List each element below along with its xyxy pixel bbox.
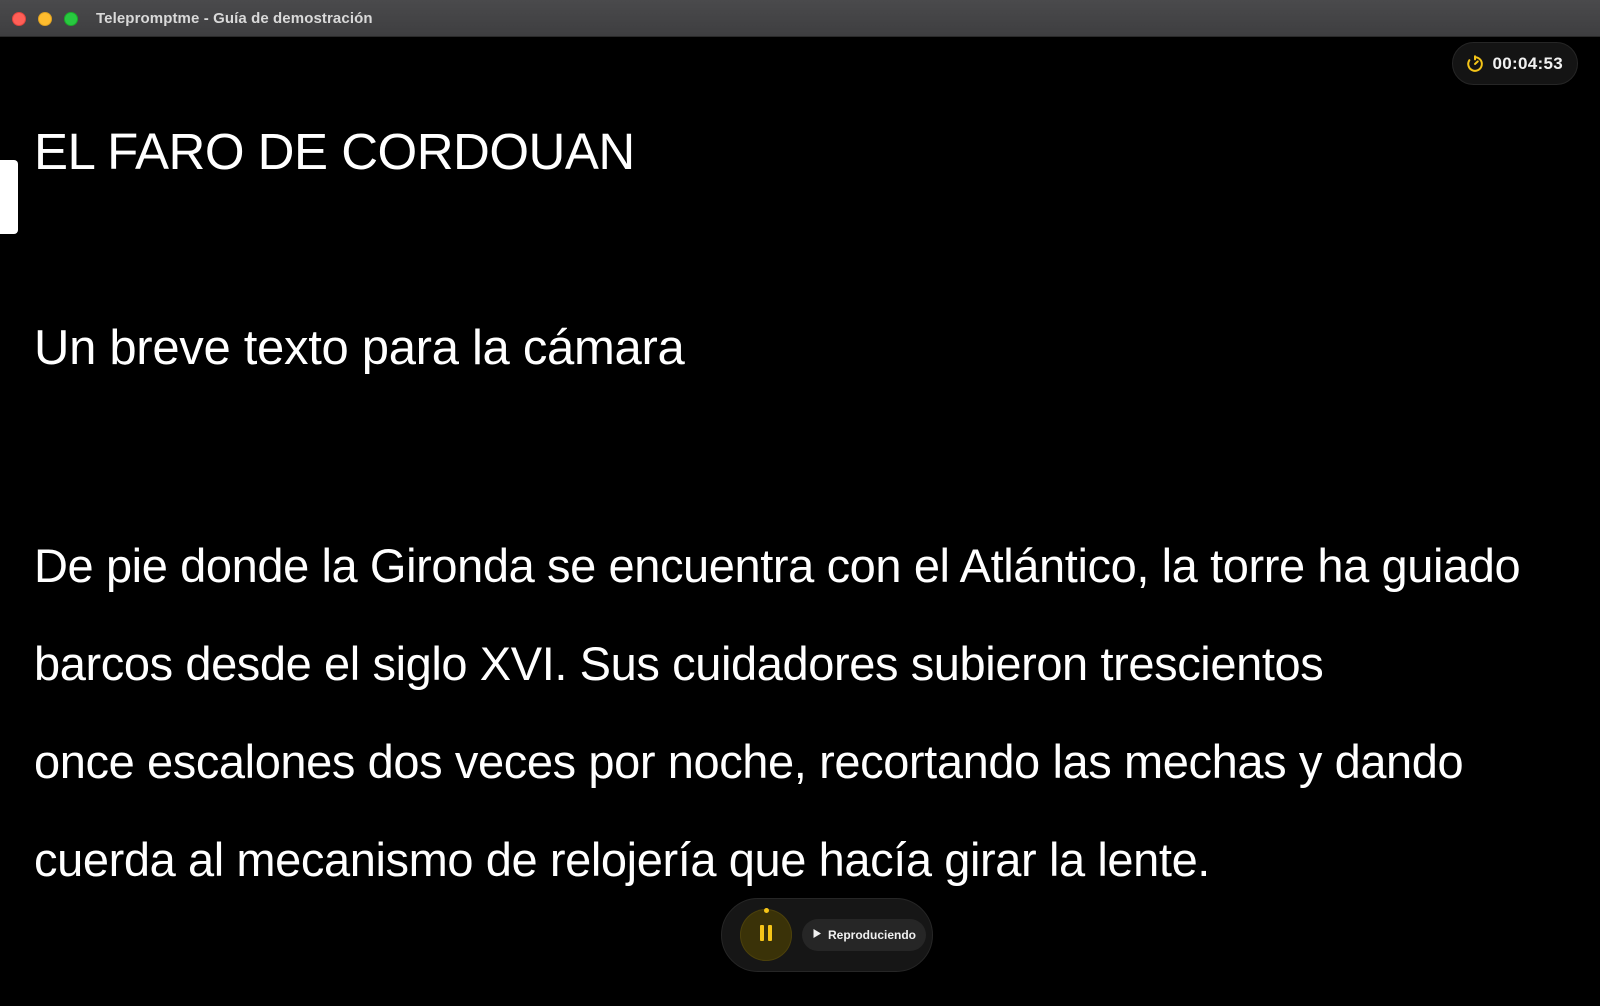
play-icon xyxy=(812,926,822,944)
timer-value: 00:04:53 xyxy=(1492,53,1563,73)
maximize-window-button[interactable] xyxy=(64,12,78,26)
script-subtitle: Un breve texto para la cámara xyxy=(34,321,685,375)
playback-status: Reproduciendo xyxy=(802,919,927,951)
playback-status-label: Reproduciendo xyxy=(828,928,917,942)
script-line: De pie donde la Gironda se encuentra con… xyxy=(34,539,1521,592)
window-title: Telepromptme - Guía de demostración xyxy=(96,10,373,27)
script-title: EL FARO DE CORDOUAN xyxy=(34,123,635,180)
pause-icon xyxy=(757,923,775,948)
playback-controls: Reproduciendo xyxy=(721,898,933,972)
script-line: once escalones dos veces por noche, reco… xyxy=(34,735,1464,788)
timer-icon xyxy=(1465,54,1485,74)
progress-dot xyxy=(764,908,769,913)
window-titlebar: Telepromptme - Guía de demostración xyxy=(0,0,1600,37)
reading-position-marker[interactable] xyxy=(0,160,18,234)
pause-button[interactable] xyxy=(740,908,792,961)
minimize-window-button[interactable] xyxy=(38,12,52,26)
elapsed-timer: 00:04:53 xyxy=(1451,42,1578,85)
script-body: De pie donde la Gironda se encuentra con… xyxy=(34,517,1521,909)
script-line: cuerda al mecanismo de relojería que hac… xyxy=(34,833,1210,886)
script-line: barcos desde el siglo XVI. Sus cuidadore… xyxy=(34,637,1324,690)
close-window-button[interactable] xyxy=(12,12,26,26)
